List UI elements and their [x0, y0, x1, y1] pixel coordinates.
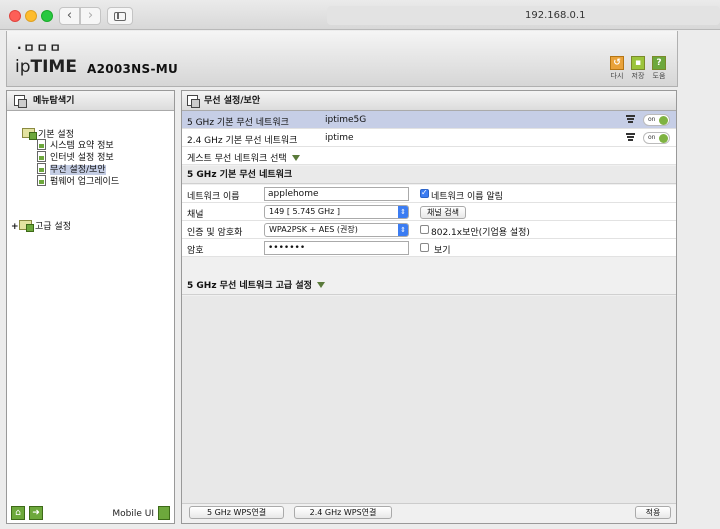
menu-explorer-header: 메뉴탐색기 — [7, 91, 174, 111]
menu-icon — [14, 95, 27, 108]
page-title: 무선 설정/보안 — [204, 96, 261, 106]
folder-icon — [19, 220, 34, 232]
password-input[interactable]: ••••••• — [264, 241, 409, 255]
action-footer: 5 GHz WPS연결 2.4 GHz WPS연결 적용 — [182, 503, 676, 523]
forward-button[interactable]: › — [80, 7, 101, 25]
filter-icon[interactable] — [626, 133, 635, 141]
select-arrows-icon: ⇕ — [398, 206, 408, 218]
router-header: ·ㅁㅁㅁ ipTIME A2003NS-MU ↺ 다시 ▪ 저장 ? 도움 — [6, 31, 678, 87]
mobile-ui-link[interactable]: Mobile UI — [112, 509, 154, 519]
section-basic-header: 5 GHz 기본 무선 네트워크 — [182, 166, 676, 184]
page-header: 무선 설정/보안 — [182, 91, 676, 111]
dropdown-triangle-icon — [316, 282, 325, 288]
save-icon: ▪ — [631, 56, 645, 70]
network-row-2-4ghz[interactable]: 2.4 GHz 기본 무선 네트워크 iptime on — [182, 129, 676, 147]
help-button[interactable]: ? 도움 — [651, 56, 667, 81]
menu-explorer: 메뉴탐색기 기본 설정 시스템 요약 정보 인터넷 설정 정보 무선 설정/보안… — [6, 90, 175, 524]
sidebar-item-firmware-upgrade[interactable]: 펌웨어 업그레이드 — [37, 174, 119, 187]
wps-2-4ghz-button[interactable]: 2.4 GHz WPS연결 — [294, 506, 392, 519]
home-button[interactable]: ⌂ — [11, 506, 25, 520]
show-password-label: 보기 — [434, 246, 451, 256]
logout-button[interactable]: ➜ — [29, 506, 43, 520]
page-icon — [37, 175, 46, 186]
folder-icon — [22, 128, 37, 140]
model-name: A2003NS-MU — [87, 62, 179, 76]
select-arrows-icon: ⇕ — [398, 224, 408, 236]
guest-network-label: 게스트 무선 네트워크 선택 — [187, 151, 300, 164]
wps-5ghz-button[interactable]: 5 GHz WPS연결 — [189, 506, 284, 519]
guest-network-selector[interactable]: 게스트 무선 네트워크 선택 — [182, 147, 676, 165]
form-row-auth: 인증 및 암호화 WPA2PSK + AES (권장) ⇕ 802.1x보안(기업… — [182, 221, 676, 239]
auth-label: 인증 및 암호화 — [187, 228, 243, 238]
tree-advanced-settings[interactable]: + 고급 설정 — [11, 219, 71, 232]
channel-search-button[interactable]: 채널 검색 — [420, 206, 466, 219]
content-area — [182, 296, 676, 504]
enterprise-security-checkbox[interactable] — [420, 225, 429, 234]
channel-label: 채널 — [187, 210, 204, 220]
auth-encryption-select[interactable]: WPA2PSK + AES (권장) ⇕ — [264, 223, 409, 237]
wifi-toggle-5ghz[interactable]: on — [643, 114, 670, 126]
menu-explorer-title: 메뉴탐색기 — [33, 96, 75, 106]
save-label: 저장 — [631, 72, 645, 80]
close-window-button[interactable] — [9, 10, 21, 22]
network-label: 2.4 GHz 기본 무선 네트워크 — [187, 136, 298, 146]
show-password-checkbox[interactable] — [420, 243, 429, 252]
chevron-left-icon: ‹ — [66, 8, 73, 23]
broadcast-ssid-label: 네트워크 이름 알림 — [431, 192, 503, 202]
page-icon — [37, 163, 46, 174]
save-button[interactable]: ▪ 저장 — [630, 56, 646, 81]
mobile-icon[interactable] — [158, 506, 170, 520]
main-panel: 무선 설정/보안 5 GHz 기본 무선 네트워크 iptime5G on 2.… — [181, 90, 677, 524]
logo-mark: ·ㅁㅁㅁ — [17, 41, 63, 55]
sidebar-toggle-button[interactable] — [107, 7, 133, 25]
network-ssid: iptime — [325, 133, 354, 143]
advanced-settings-toggle[interactable]: 5 GHz 무선 네트워크 고급 설정 — [182, 277, 676, 295]
help-label: 도움 — [652, 72, 666, 80]
address-bar[interactable]: 192.168.0.1 — [327, 6, 720, 25]
apply-button[interactable]: 적용 — [635, 506, 671, 519]
network-row-5ghz[interactable]: 5 GHz 기본 무선 네트워크 iptime5G on — [182, 111, 676, 129]
url-text: 192.168.0.1 — [525, 10, 586, 21]
page-icon — [187, 95, 200, 108]
menu-footer: ⌂ ➜ Mobile UI — [7, 503, 174, 523]
filter-icon[interactable] — [626, 115, 635, 123]
form-row-password: 암호 ••••••• 보기 — [182, 239, 676, 257]
dropdown-triangle-icon — [291, 155, 300, 161]
back-button[interactable]: ‹ — [59, 7, 80, 25]
broadcast-ssid-checkbox[interactable] — [420, 188, 429, 198]
logout-icon: ➜ — [32, 508, 40, 518]
browser-toolbar: ‹ › 192.168.0.1 — [0, 0, 720, 30]
minimize-window-button[interactable] — [25, 10, 37, 22]
network-ssid: iptime5G — [325, 115, 367, 125]
wifi-toggle-2-4ghz[interactable]: on — [643, 132, 670, 144]
undo-button[interactable]: ↺ 다시 — [609, 56, 625, 81]
page-icon — [37, 139, 46, 150]
channel-select[interactable]: 149 [ 5.745 GHz ] ⇕ — [264, 205, 409, 219]
zoom-window-button[interactable] — [41, 10, 53, 22]
password-label: 암호 — [187, 246, 204, 256]
form-row-network-name: 네트워크 이름 applehome 네트워크 이름 알림 — [182, 185, 676, 203]
iptime-logo: ipTIME — [15, 57, 77, 77]
expand-icon: + — [11, 222, 19, 232]
network-label: 5 GHz 기본 무선 네트워크 — [187, 118, 289, 128]
spacer — [182, 257, 676, 277]
network-name-label: 네트워크 이름 — [187, 192, 240, 202]
help-icon: ? — [652, 56, 666, 70]
undo-label: 다시 — [610, 72, 624, 80]
form-row-channel: 채널 149 [ 5.745 GHz ] ⇕ 채널 검색 — [182, 203, 676, 221]
undo-icon: ↺ — [610, 56, 624, 70]
enterprise-security-label: 802.1x보안(기업용 설정) — [431, 228, 530, 238]
sidebar-icon — [114, 12, 126, 21]
home-icon: ⌂ — [15, 508, 21, 518]
network-name-input[interactable]: applehome — [264, 187, 409, 201]
chevron-right-icon: › — [87, 8, 94, 23]
page-icon — [37, 151, 46, 162]
